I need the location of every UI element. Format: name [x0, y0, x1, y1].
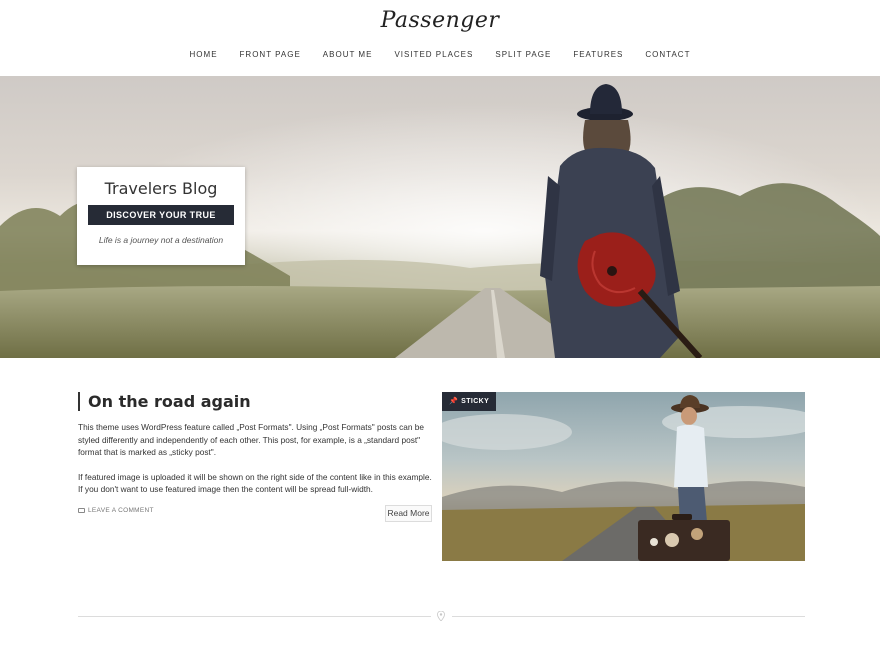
- hero-card: Travelers Blog Discover your true nature…: [77, 167, 245, 265]
- post-separator: [78, 611, 805, 623]
- read-more-button[interactable]: Read More: [385, 505, 432, 522]
- post-content: This theme uses WordPress feature called…: [78, 421, 432, 508]
- hero-tagline: Life is a journey not a destination: [98, 235, 224, 245]
- leave-comment-link[interactable]: Leave a comment: [78, 507, 154, 514]
- featured-image-scene: [442, 395, 805, 561]
- sticky-label: Sticky: [461, 398, 490, 405]
- post-title[interactable]: On the road again: [78, 392, 251, 411]
- hero-banner: Travelers Blog Discover your true nature…: [0, 76, 880, 358]
- hero-title: Travelers Blog: [104, 179, 218, 198]
- separator-line: [452, 616, 805, 617]
- nav-item-split-page[interactable]: Split Page: [484, 48, 562, 61]
- site-header: Passenger Home Front Page About Me Visit…: [0, 0, 880, 76]
- nav-item-about-me[interactable]: About Me: [312, 48, 384, 61]
- nav-item-front-page[interactable]: Front Page: [229, 48, 312, 61]
- featured-image[interactable]: 📌 Sticky: [442, 392, 805, 561]
- post-paragraph: This theme uses WordPress feature called…: [78, 422, 425, 457]
- post-paragraph: If featured image is uploaded it will be…: [78, 471, 432, 495]
- nav-item-home[interactable]: Home: [179, 48, 229, 61]
- nav-item-contact[interactable]: Contact: [634, 48, 701, 61]
- sticky-badge: 📌 Sticky: [442, 392, 497, 411]
- discover-button[interactable]: Discover your true nature: [88, 205, 234, 240]
- separator-line: [78, 616, 431, 617]
- main-navigation: Home Front Page About Me Visited Places …: [0, 48, 880, 61]
- site-logo[interactable]: Passenger: [0, 8, 880, 33]
- leave-comment-label: Leave a comment: [88, 507, 154, 514]
- nav-item-features[interactable]: Features: [562, 48, 634, 61]
- pin-icon: 📌: [449, 398, 459, 405]
- comment-icon: [78, 508, 85, 513]
- location-pin-icon: [437, 611, 445, 621]
- nav-item-visited-places[interactable]: Visited Places: [383, 48, 484, 61]
